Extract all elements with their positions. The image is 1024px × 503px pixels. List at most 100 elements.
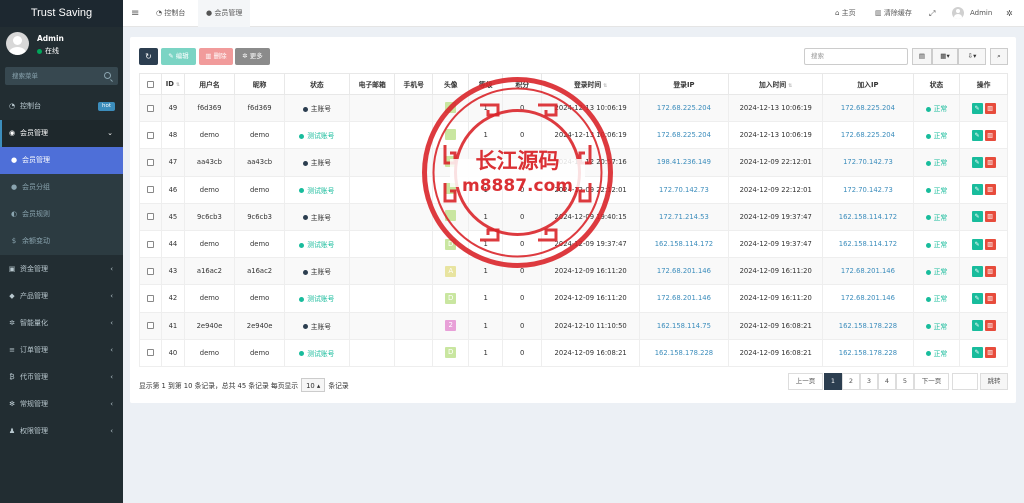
cell-join-ip[interactable]: 172.70.142.73 [822, 148, 914, 177]
edit-button[interactable]: ✎ 编辑 [161, 48, 196, 65]
page-button[interactable]: 3 [860, 373, 878, 390]
checkbox[interactable] [147, 349, 155, 357]
app-title[interactable]: Trust Saving [0, 0, 123, 27]
row-edit-button[interactable]: ✎ [971, 184, 983, 196]
sidebar-item-members[interactable]: ● 会员管理 [0, 147, 123, 174]
menu-toggle-icon[interactable]: ≡ [131, 0, 139, 27]
checkbox[interactable] [147, 322, 155, 330]
cell-login-ip[interactable]: 172.68.225.204 [638, 121, 730, 150]
fullscreen-icon[interactable]: ⤢ [929, 0, 935, 27]
row-edit-button[interactable]: ✎ [971, 320, 983, 332]
row-delete-button[interactable]: ▥ [984, 156, 996, 168]
sidebar-item-permissions[interactable]: ♟ 权限管理 ‹ [0, 418, 123, 445]
next-page-button[interactable]: 下一页 [914, 373, 949, 390]
row-checkbox-cell[interactable] [138, 121, 163, 150]
row-checkbox-cell[interactable] [138, 311, 163, 340]
row-edit-button[interactable]: ✎ [971, 347, 983, 359]
avatar[interactable]: D [445, 347, 457, 359]
tab-member-management[interactable]: ● 会员管理 [198, 0, 251, 27]
cell-join-ip[interactable]: 162.158.114.172 [822, 229, 914, 259]
avatar[interactable] [445, 101, 457, 113]
tab-dashboard[interactable]: ◔ 控制台 [149, 0, 192, 27]
select-all-checkbox[interactable] [138, 73, 163, 95]
delete-button[interactable]: ▥ 删除 [199, 48, 233, 65]
page-button[interactable]: 1 [824, 373, 842, 390]
sidebar-item-member-rules[interactable]: ◐ 会员规则 [0, 201, 123, 228]
page-button[interactable]: 2 [842, 373, 860, 390]
cell-join-ip[interactable]: 162.158.114.172 [822, 202, 914, 231]
row-edit-button[interactable]: ✎ [971, 102, 983, 114]
row-delete-button[interactable]: ▥ [984, 211, 996, 223]
menu-search-input[interactable]: 搜索菜单 [5, 67, 118, 85]
avatar[interactable] [445, 210, 457, 222]
row-delete-button[interactable]: ▥ [984, 265, 996, 277]
avatar[interactable] [445, 183, 457, 195]
sidebar-item-tokens[interactable]: ₿ 代币管理 ‹ [0, 364, 123, 391]
page-button[interactable]: 4 [878, 373, 896, 390]
page-size-select[interactable]: 10 ▴ [301, 378, 326, 392]
checkbox[interactable] [147, 104, 155, 112]
table-row[interactable]: 47 aa43cb aa43cb 主账号 1 0 2024-12-12 20:57:16 19… [138, 148, 1008, 177]
row-edit-button[interactable]: ✎ [971, 129, 983, 141]
row-checkbox-cell[interactable] [138, 257, 163, 286]
table-row[interactable]: 49 f6d369 f6d369 主账号 1 0 2024-12-13 10:06:19 17… [138, 93, 1008, 123]
table-row[interactable]: 45 9c6cb3 9c6cb3 主账号 1 0 2024-12-09 19:40:15 17… [138, 202, 1008, 231]
col-login-time[interactable]: 登录时间 ⇅ [541, 73, 640, 95]
sidebar-item-dashboard[interactable]: ◔ 控制台 hot [0, 93, 123, 120]
home-link[interactable]: ⌂ 主页 [835, 0, 856, 27]
checkbox[interactable] [147, 131, 155, 139]
checkbox[interactable] [147, 240, 155, 248]
prev-page-button[interactable]: 上一页 [788, 373, 823, 390]
row-delete-button[interactable]: ▥ [984, 347, 996, 359]
table-search-input[interactable]: 搜索 [804, 48, 908, 65]
row-checkbox-cell[interactable] [138, 93, 163, 123]
sidebar-item-member-management[interactable]: ◉ 会员管理 ⌄ [0, 120, 123, 147]
clear-cache-button[interactable]: ▥ 清除缓存 [875, 0, 912, 27]
row-delete-button[interactable]: ▥ [984, 129, 996, 141]
sidebar-item-orders[interactable]: ≡ 订单管理 ‹ [0, 337, 123, 364]
sidebar-item-general[interactable]: ✻ 常规管理 ‹ [0, 391, 123, 418]
row-checkbox-cell[interactable] [138, 338, 163, 367]
table-row[interactable]: 43 a16ac2 a16ac2 主账号 A 1 0 2024-12-09 16:11:20 1… [138, 257, 1008, 286]
cell-login-ip[interactable]: 172.71.214.53 [638, 202, 730, 231]
settings-gear-icon[interactable]: ✲ [1006, 0, 1013, 27]
table-row[interactable]: 42 demo demo 测试账号 D 1 0 2024-12-09 16:11:20 172.… [138, 284, 1008, 313]
cell-join-ip[interactable]: 162.158.178.228 [822, 311, 914, 340]
avatar[interactable]: D [445, 292, 457, 304]
cell-join-ip[interactable]: 172.68.201.146 [822, 284, 914, 313]
page-button[interactable]: 5 [896, 373, 914, 390]
checkbox[interactable] [147, 80, 155, 88]
sidebar-item-quant[interactable]: ✲ 智能量化 ‹ [0, 310, 123, 337]
col-id[interactable]: ID ⇅ [161, 73, 185, 95]
cell-join-ip[interactable]: 172.68.201.146 [822, 257, 914, 286]
row-edit-button[interactable]: ✎ [971, 156, 983, 168]
row-edit-button[interactable]: ✎ [971, 292, 983, 304]
advanced-search-button[interactable]: ⌕ [990, 48, 1008, 65]
row-delete-button[interactable]: ▥ [984, 292, 996, 304]
row-delete-button[interactable]: ▥ [984, 238, 996, 250]
admin-menu[interactable]: Admin [952, 0, 992, 27]
row-edit-button[interactable]: ✎ [971, 265, 983, 277]
row-checkbox-cell[interactable] [138, 148, 163, 177]
cell-login-ip[interactable]: 162.158.178.228 [638, 338, 730, 367]
cell-login-ip[interactable]: 162.158.114.75 [638, 311, 730, 340]
avatar[interactable] [445, 128, 457, 140]
row-edit-button[interactable]: ✎ [971, 238, 983, 250]
cell-join-ip[interactable]: 172.70.142.73 [822, 175, 914, 204]
col-join-time[interactable]: 加入时间 ⇅ [728, 73, 824, 95]
row-delete-button[interactable]: ▥ [984, 102, 996, 114]
export-dropdown[interactable]: ⇩▾ [958, 48, 986, 65]
row-checkbox-cell[interactable] [138, 175, 163, 204]
row-edit-button[interactable]: ✎ [971, 211, 983, 223]
table-row[interactable]: 48 demo demo 测试账号 1 0 2024-12-13 10:06:19 172.6… [138, 121, 1008, 150]
sidebar-item-balance-changes[interactable]: $ 余额变动 [0, 228, 123, 255]
jump-page-input[interactable] [952, 373, 978, 390]
sidebar-item-funds[interactable]: ▣ 资金管理 ‹ [0, 256, 123, 283]
sidebar-item-products[interactable]: ◆ 产品管理 ‹ [0, 283, 123, 310]
refresh-button[interactable]: ↻ [139, 48, 158, 65]
more-button[interactable]: ✲ 更多 [235, 48, 270, 65]
checkbox[interactable] [147, 186, 155, 194]
row-delete-button[interactable]: ▥ [984, 320, 996, 332]
row-checkbox-cell[interactable] [138, 202, 163, 231]
checkbox[interactable] [147, 158, 155, 166]
